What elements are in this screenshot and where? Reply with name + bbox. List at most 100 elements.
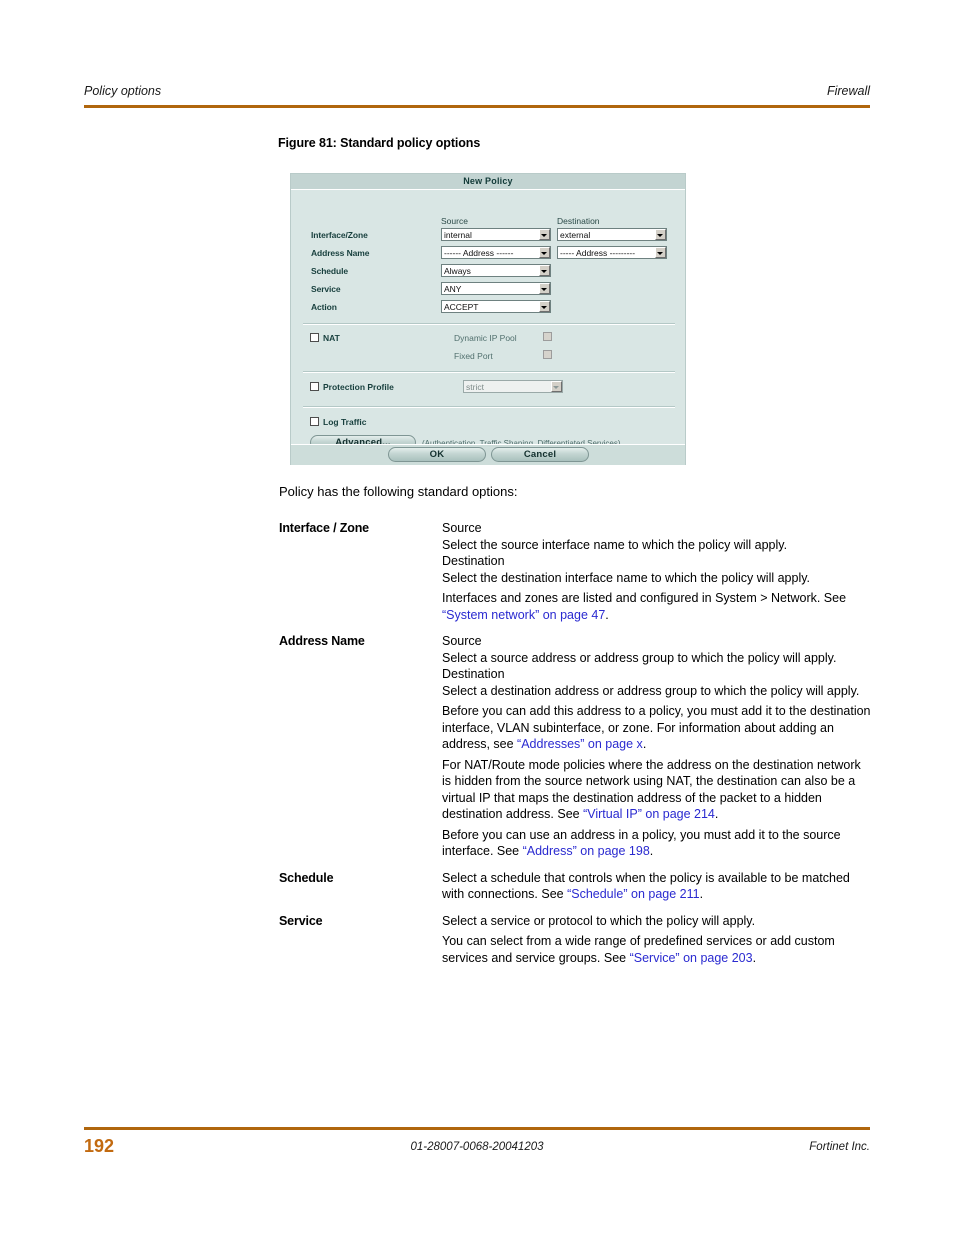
paragraph-text: .: [605, 607, 609, 622]
cross-reference-link[interactable]: “Schedule” on page 211: [567, 887, 700, 901]
paragraph-with-xref: For NAT/Route mode policies where the ad…: [442, 757, 871, 823]
chevron-down-icon: [550, 381, 562, 392]
chevron-down-icon: [538, 283, 550, 294]
page-number: 192: [84, 1136, 115, 1156]
checkbox-fixed-port[interactable]: [543, 350, 552, 359]
paragraph: Select a service or protocol to which th…: [442, 913, 756, 928]
select-address-name-destination[interactable]: ----- Address ---------: [557, 246, 667, 259]
header-chapter-title: Firewall: [826, 84, 870, 98]
field-label-schedule: Schedule: [311, 266, 348, 276]
checkbox-log-traffic[interactable]: [310, 417, 319, 426]
paragraph: Source: [442, 634, 482, 648]
dialog-title: New Policy: [291, 174, 685, 190]
ok-button[interactable]: OK: [388, 447, 486, 462]
paragraph-text: Interfaces and zones are listed and conf…: [442, 591, 847, 605]
checkbox-log-traffic-label: Log Traffic: [323, 417, 367, 427]
paragraph-with-xref: Select a schedule that controls when the…: [442, 870, 871, 903]
intro-paragraph: Policy has the following standard option…: [279, 484, 518, 499]
footer-rule: [84, 1127, 870, 1130]
paragraph: Select the destination interface name to…: [442, 570, 811, 585]
paragraph-with-xref: Before you can use an address in a polic…: [442, 827, 871, 860]
chevron-down-icon: [538, 301, 550, 312]
paragraph-with-xref: You can select from a wide range of pred…: [442, 933, 871, 966]
chevron-down-icon: [538, 265, 550, 276]
checkbox-dynamic-ip-pool[interactable]: [543, 332, 552, 341]
paragraph-with-xref: Before you can add this address to a pol…: [442, 703, 871, 753]
field-label-address-name: Address Name: [311, 248, 370, 258]
field-label-service: Service: [311, 284, 341, 294]
column-header-destination: Destination: [557, 216, 600, 226]
definition-body-interface-zone: Source Select the source interface name …: [442, 520, 871, 623]
running-header: Policy options Firewall: [84, 84, 870, 114]
select-protection-profile-value: strict: [466, 381, 484, 392]
cross-reference-link[interactable]: “Virtual IP” on page 214: [583, 807, 715, 821]
chevron-down-icon: [538, 229, 550, 240]
field-label-action: Action: [311, 302, 337, 312]
select-action-value: ACCEPT: [444, 301, 479, 312]
select-address-name-source[interactable]: ------ Address ------: [441, 246, 551, 259]
definition-term-interface-zone: Interface / Zone: [279, 521, 369, 535]
paragraph-text: .: [752, 950, 757, 965]
divider-1: [303, 323, 675, 325]
select-address-name-source-value: ------ Address ------: [444, 247, 514, 258]
paragraph-text: .: [714, 807, 719, 821]
chevron-down-icon: [538, 247, 550, 258]
checkbox-nat[interactable]: [310, 333, 319, 342]
divider-2: [303, 371, 675, 373]
definition-row: Interface / Zone Source Select the sourc…: [279, 520, 871, 623]
paragraph-text: .: [649, 844, 654, 858]
select-protection-profile[interactable]: strict: [463, 380, 563, 393]
checkbox-nat-label: NAT: [323, 333, 340, 343]
select-action[interactable]: ACCEPT: [441, 300, 551, 313]
select-schedule-value: Always: [444, 265, 471, 276]
definition-row: Schedule Select a schedule that controls…: [279, 870, 871, 903]
label-dynamic-ip-pool: Dynamic IP Pool: [454, 333, 517, 343]
paragraph-text: Before you can add this address to a pol…: [442, 704, 871, 751]
chevron-down-icon: [654, 229, 666, 240]
divider-3: [303, 406, 675, 408]
paragraph-text: .: [699, 887, 704, 901]
definition-term-schedule: Schedule: [279, 870, 334, 885]
select-service-value: ANY: [444, 283, 462, 294]
dialog-body: Source Destination Interface/Zone intern…: [291, 190, 685, 465]
select-schedule[interactable]: Always: [441, 264, 551, 277]
paragraph: Destination: [442, 554, 505, 568]
standard-options-list: Interface / Zone Source Select the sourc…: [279, 520, 871, 976]
paragraph-text: .: [642, 737, 647, 751]
chevron-down-icon: [654, 247, 666, 258]
cancel-button[interactable]: Cancel: [491, 447, 589, 462]
label-fixed-port: Fixed Port: [454, 351, 493, 361]
column-header-source: Source: [441, 216, 468, 226]
document-id: 01-28007-0068-20041203: [410, 1141, 544, 1153]
select-address-name-destination-value: ----- Address ---------: [560, 247, 636, 258]
paragraph: Select the source interface name to whic…: [442, 537, 788, 552]
field-label-interface-zone: Interface/Zone: [311, 230, 368, 240]
paragraph: Source: [442, 521, 482, 535]
select-service[interactable]: ANY: [441, 282, 551, 295]
header-section-title: Policy options: [84, 84, 162, 98]
select-interface-zone-destination[interactable]: external: [557, 228, 667, 241]
cross-reference-link[interactable]: “System network” on page 47: [442, 608, 605, 622]
cross-reference-link[interactable]: “Service” on page 203: [630, 951, 753, 965]
definition-term-service: Service: [279, 913, 323, 928]
dialog-footer: OK Cancel: [291, 444, 685, 465]
select-interface-zone-source-value: internal: [444, 229, 472, 240]
paragraph-with-xref: Interfaces and zones are listed and conf…: [442, 590, 871, 623]
cross-reference-link[interactable]: “Addresses” on page x: [517, 737, 643, 751]
definition-body-address-name: Source Select a source address or addres…: [442, 633, 871, 860]
paragraph: Destination: [442, 667, 505, 681]
definition-term-address-name: Address Name: [279, 634, 365, 648]
definition-body-schedule: Select a schedule that controls when the…: [442, 870, 871, 903]
definition-row: Service Select a service or protocol to …: [279, 913, 871, 967]
cross-reference-link[interactable]: “Address” on page 198: [523, 844, 650, 858]
select-interface-zone-source[interactable]: internal: [441, 228, 551, 241]
definition-row: Address Name Source Select a source addr…: [279, 633, 871, 860]
company-name: Fortinet Inc.: [809, 1141, 870, 1153]
checkbox-protection-profile[interactable]: [310, 382, 319, 391]
figure-caption: Figure 81: Standard policy options: [278, 136, 481, 150]
paragraph: Select a source address or address group…: [442, 650, 837, 665]
checkbox-protection-profile-label: Protection Profile: [323, 382, 394, 392]
paragraph: Select a destination address or address …: [442, 683, 860, 698]
header-rule: [84, 105, 870, 108]
new-policy-dialog: New Policy Source Destination Interface/…: [290, 173, 686, 465]
